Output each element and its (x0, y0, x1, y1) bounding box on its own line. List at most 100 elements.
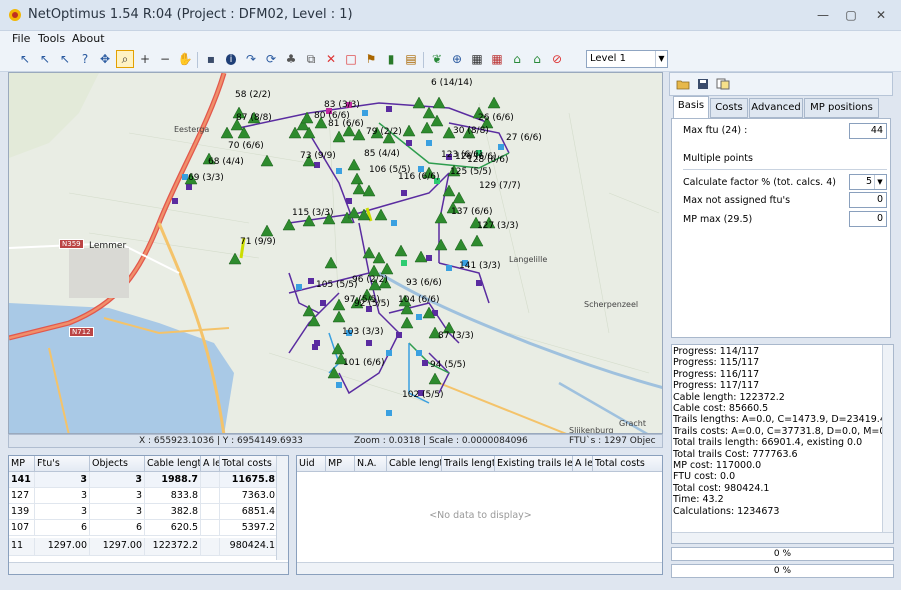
mp-marker[interactable] (394, 244, 408, 257)
table-cell[interactable] (201, 520, 220, 536)
close-button[interactable]: ✕ (870, 6, 892, 24)
ftu-marker[interactable] (386, 410, 392, 416)
house-outline-icon[interactable]: ⌂ (528, 50, 546, 68)
grid-vscroll[interactable] (276, 456, 288, 560)
mp-marker[interactable] (352, 182, 366, 195)
table-cell[interactable]: 3 (35, 472, 90, 488)
table-cell[interactable]: 620.5 (145, 520, 201, 536)
chevron-down-icon[interactable]: ▼ (874, 175, 885, 189)
refresh-icon[interactable]: ⟳ (262, 50, 280, 68)
help-icon[interactable]: ? (76, 50, 94, 68)
log-vscroll[interactable] (882, 345, 893, 533)
table-cell[interactable]: 127 (9, 488, 35, 504)
menu-tools[interactable]: Tools (38, 32, 65, 45)
delete-red-icon[interactable]: ✕ (322, 50, 340, 68)
ftu-marker[interactable] (422, 360, 428, 366)
ftu-marker[interactable] (172, 198, 178, 204)
mp-marker[interactable] (412, 96, 426, 109)
ftu-marker[interactable] (314, 162, 320, 168)
table-cell[interactable] (201, 488, 220, 504)
box-red-icon[interactable]: □ (342, 50, 360, 68)
ftu-marker[interactable] (391, 220, 397, 226)
column-header[interactable]: Ftu's (35, 456, 90, 472)
grid-hscroll[interactable] (297, 562, 662, 574)
table-cell[interactable]: 107 (9, 520, 35, 536)
mp-max-input[interactable]: 0 (849, 211, 887, 227)
mp-marker[interactable] (454, 238, 468, 251)
max-not-assigned-input[interactable]: 0 (849, 192, 887, 208)
table-cell[interactable]: 11675.8 (220, 472, 278, 488)
ftu-marker[interactable] (401, 190, 407, 196)
mp-marker[interactable] (260, 224, 274, 237)
mp-marker[interactable] (432, 96, 446, 109)
tab-advanced[interactable]: Advanced (749, 98, 803, 118)
max-ftu-input[interactable]: 44 (849, 123, 887, 139)
zoom-window-icon[interactable]: ⌕ (116, 50, 134, 68)
table-cell[interactable]: 141 (9, 472, 35, 488)
mp-marker[interactable] (400, 316, 414, 329)
table-cell[interactable]: 382.8 (145, 504, 201, 520)
column-header[interactable]: Trails length (442, 456, 495, 472)
hand-icon[interactable]: ✋ (176, 50, 194, 68)
table-cell[interactable] (201, 504, 220, 520)
level-select[interactable]: Level 1 ▼ (586, 50, 668, 68)
calculation-log[interactable]: Progress: 114/117 Progress: 115/117 Progre… (671, 344, 894, 544)
ftu-marker[interactable] (396, 332, 402, 338)
table-cell[interactable]: 833.8 (145, 488, 201, 504)
table-cell[interactable]: 139 (9, 504, 35, 520)
ftu-marker[interactable] (426, 140, 432, 146)
mp-marker[interactable] (487, 96, 501, 109)
table-cell[interactable]: 1988.7 (145, 472, 201, 488)
ftu-marker[interactable] (312, 344, 318, 350)
save-icon[interactable] (694, 75, 712, 93)
map-view[interactable]: Eesterga Lemmer Langelille Scherpenzeel … (8, 72, 663, 434)
mp-marker[interactable] (362, 184, 376, 197)
table-cell[interactable]: 6851.4 (220, 504, 278, 520)
ftu-marker[interactable] (416, 314, 422, 320)
ftu-marker[interactable] (186, 184, 192, 190)
ftu-marker[interactable] (296, 284, 302, 290)
column-header[interactable]: MP (9, 456, 35, 472)
tree-icon[interactable]: ♣ (282, 50, 300, 68)
table-cell[interactable]: 6 (90, 520, 145, 536)
table-cell[interactable]: 6 (35, 520, 90, 536)
column-header[interactable]: MP (326, 456, 355, 472)
select-add-icon[interactable]: ↖ (36, 50, 54, 68)
ftu-marker[interactable] (406, 140, 412, 146)
mp-marker[interactable] (434, 238, 448, 251)
copy-icon[interactable] (714, 75, 732, 93)
mp-marker[interactable] (352, 128, 366, 141)
mp-marker[interactable] (470, 234, 484, 247)
column-header[interactable]: Total costs (220, 456, 278, 472)
ftu-marker[interactable] (426, 255, 432, 261)
leaf-icon[interactable]: ❦ (428, 50, 446, 68)
ftu-marker[interactable] (362, 110, 368, 116)
stop-icon[interactable]: ⊘ (548, 50, 566, 68)
mp-marker[interactable] (422, 106, 436, 119)
mp-marker[interactable] (380, 262, 394, 275)
mp-marker[interactable] (332, 310, 346, 323)
ftu-marker[interactable] (416, 350, 422, 356)
table-cell[interactable]: 3 (35, 488, 90, 504)
zoom-out-icon[interactable]: − (156, 50, 174, 68)
maximize-button[interactable]: ▢ (840, 6, 862, 24)
table-icon[interactable]: ▦ (488, 50, 506, 68)
mp-marker[interactable] (374, 208, 388, 221)
ftu-marker[interactable] (336, 168, 342, 174)
mp-marker[interactable] (282, 218, 296, 231)
column-header[interactable]: A le (201, 456, 220, 472)
ftu-marker[interactable] (346, 198, 352, 204)
tab-mp-positions[interactable]: MP positions (0) (804, 98, 879, 131)
column-header[interactable]: Total costs (593, 456, 662, 472)
ftu-marker[interactable] (320, 300, 326, 306)
pan-icon[interactable]: ✥ (96, 50, 114, 68)
mp-marker[interactable] (402, 124, 416, 137)
table-cell[interactable]: 3 (90, 488, 145, 504)
mp-marker[interactable] (228, 252, 242, 265)
tab-basis[interactable]: Basis (673, 96, 709, 118)
ftu-marker[interactable] (386, 106, 392, 112)
cable-grid[interactable]: UidMPN.A.Cable lengthTrails lengthExisti… (296, 455, 663, 575)
mp-marker[interactable] (332, 130, 346, 143)
ftu-marker[interactable] (366, 340, 372, 346)
ftu-marker[interactable] (308, 278, 314, 284)
